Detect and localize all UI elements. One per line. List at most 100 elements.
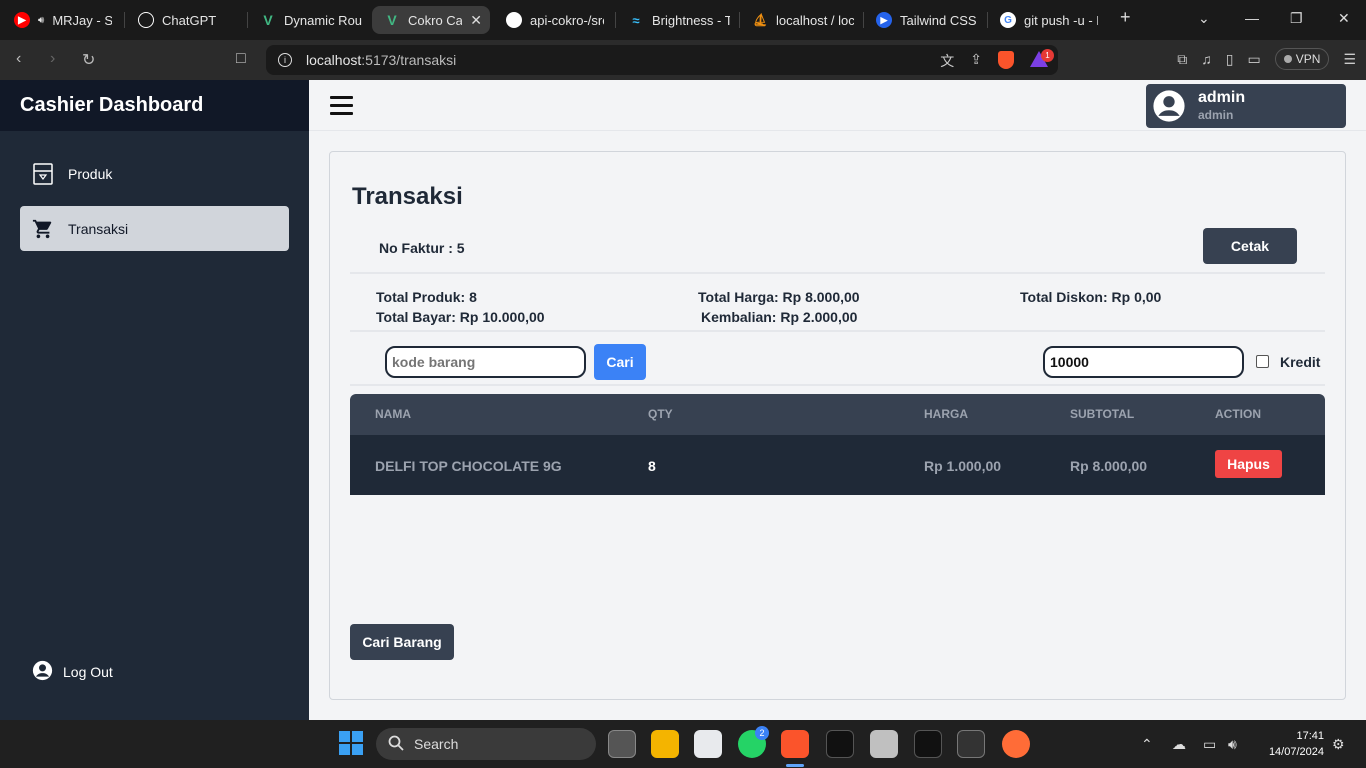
address-bar-icons: 文 ⇪ 1 — [940, 49, 1054, 71]
forward-icon[interactable]: › — [50, 50, 55, 68]
sidebar: Cashier Dashboard Produk Transaksi Log O… — [0, 80, 309, 720]
bookmark-icon[interactable]: □ — [236, 50, 246, 68]
browser-tab-4-active[interactable]: V Cokro Cas ✕ — [372, 6, 490, 34]
cart-table: NAMA QTY HARGA SUBTOTAL ACTION DELFI TOP… — [350, 394, 1325, 495]
media-icon[interactable]: ♫ — [1201, 51, 1212, 67]
user-name: admin — [1198, 89, 1246, 106]
vpn-button[interactable]: VPN — [1274, 48, 1330, 70]
whatsapp-badge: 2 — [755, 726, 769, 740]
active-app-indicator — [786, 764, 804, 767]
brave-rewards-icon[interactable]: 1 — [1030, 49, 1054, 67]
tab-title: MRJay - Sp — [52, 12, 112, 28]
column-header-action: ACTION — [1215, 407, 1261, 421]
close-tab-icon[interactable]: ✕ — [470, 12, 482, 29]
whatsapp-icon[interactable]: 2 — [738, 726, 769, 758]
hamburger-menu-icon[interactable] — [330, 96, 353, 115]
kredit-checkbox[interactable] — [1256, 355, 1269, 368]
taskbar-search[interactable]: Search — [376, 728, 596, 760]
url-text: localhost:5173/transaksi — [306, 52, 457, 68]
clock-date: 14/07/2024 — [1268, 746, 1324, 758]
cart-icon — [32, 218, 54, 240]
logout-button[interactable]: Log Out — [32, 660, 113, 684]
brave-browser-icon[interactable] — [781, 730, 809, 758]
table-row: DELFI TOP CHOCOLATE 9G 8 Rp 1.000,00 Rp … — [350, 434, 1325, 495]
chrome-app-icon[interactable] — [870, 730, 898, 758]
sidebar-item-transaksi[interactable]: Transaksi — [20, 206, 289, 251]
item-code-input[interactable] — [385, 346, 586, 378]
file-explorer-icon[interactable] — [651, 730, 679, 758]
browser-tab-7[interactable]: ⛵︎ localhost / loca — [740, 6, 862, 34]
minimize-icon[interactable]: — — [1245, 10, 1259, 26]
divider — [350, 330, 1325, 332]
wallet-icon[interactable]: ▭ — [1248, 51, 1261, 68]
column-header-subtotal: SUBTOTAL — [1070, 407, 1135, 421]
brave-shields-icon[interactable] — [998, 51, 1014, 69]
kembalian: Kembalian: Rp 2.000,00 — [701, 309, 858, 325]
onedrive-icon[interactable]: ☁︎ — [1172, 736, 1186, 753]
sidebar-item-label: Produk — [68, 165, 113, 182]
tab-title: api-cokro-/src/ — [530, 12, 604, 28]
browser-tab-5[interactable]: api-cokro-/src/ — [494, 6, 612, 34]
browser-tab-9[interactable]: G git push -u - P — [988, 6, 1106, 34]
search-button[interactable]: Cari — [594, 344, 646, 380]
back-icon[interactable]: ‹ — [16, 50, 21, 68]
notification-icon[interactable]: ⚙︎ — [1332, 736, 1345, 753]
column-header-harga: HARGA — [924, 407, 968, 421]
tray-chevron-icon[interactable]: ⌃ — [1141, 736, 1153, 753]
share-icon[interactable]: ⇪ — [970, 51, 982, 71]
site-info-icon[interactable]: i — [278, 53, 292, 67]
user-menu[interactable]: admin admin — [1146, 84, 1346, 128]
volume-icon[interactable]: 🔊︎ — [1228, 736, 1237, 753]
translate-icon[interactable]: 文 — [940, 51, 954, 71]
phpmyadmin-icon: ⛵︎ — [752, 13, 768, 27]
table-header: NAMA QTY HARGA SUBTOTAL ACTION — [350, 394, 1325, 434]
box-icon — [32, 162, 54, 185]
network-icon[interactable]: ▭ — [1203, 736, 1216, 753]
extensions-icon[interactable]: ⧉ — [1177, 51, 1187, 68]
clock[interactable]: 17:41 14/07/2024 — [1262, 728, 1324, 760]
sidebar-item-label: Transaksi — [68, 220, 129, 237]
speaker-icon: 🔊︎ — [38, 14, 45, 26]
browser-tab-6[interactable]: ≈ Brightness - Ta — [616, 6, 738, 34]
tab-title: git push -u - P — [1024, 12, 1098, 28]
tab-title: localhost / loca — [776, 12, 854, 28]
windows-start-icon[interactable] — [338, 730, 366, 758]
user-circle-icon — [32, 660, 53, 684]
reload-icon[interactable]: ↻ — [82, 50, 95, 70]
rewards-badge: 1 — [1041, 49, 1054, 62]
browser-tab-3[interactable]: V Dynamic Route — [248, 6, 370, 34]
total-bayar: Total Bayar: Rp 10.000,00 — [376, 309, 545, 325]
terminal-icon[interactable] — [957, 730, 985, 758]
postman-icon[interactable] — [1002, 730, 1030, 758]
print-button[interactable]: Cetak — [1203, 228, 1297, 264]
tab-search-chevron-icon[interactable]: ⌄ — [1198, 10, 1210, 27]
clock-time: 17:41 — [1296, 730, 1324, 742]
main-content: admin admin Transaksi No Faktur : 5 Ceta… — [309, 80, 1366, 720]
sidebar-item-produk[interactable]: Produk — [20, 151, 289, 196]
task-view-icon[interactable] — [608, 730, 636, 758]
tab-title: Tailwind CSS Lo — [900, 12, 978, 28]
find-item-button[interactable]: Cari Barang — [350, 624, 454, 660]
microsoft-store-icon[interactable] — [694, 730, 722, 758]
youtube-icon: ▶ — [14, 12, 30, 28]
total-produk: Total Produk: 8 — [376, 289, 477, 305]
payment-input[interactable] — [1043, 346, 1244, 378]
cell-subtotal: Rp 8.000,00 — [1070, 458, 1148, 474]
app-icon[interactable] — [826, 730, 854, 758]
address-bar[interactable]: i localhost:5173/transaksi 文 ⇪ 1 — [266, 45, 1058, 75]
browser-tab-2[interactable]: ChatGPT — [126, 6, 246, 34]
restore-icon[interactable]: ❐ — [1290, 10, 1303, 27]
app-icon[interactable] — [914, 730, 942, 758]
close-window-icon[interactable]: ✕ — [1338, 10, 1350, 27]
cell-qty: 8 — [648, 458, 656, 474]
menu-icon[interactable]: ☰ — [1343, 51, 1356, 68]
browser-tab-8[interactable]: ▶ Tailwind CSS Lo — [864, 6, 986, 34]
browser-tab-1[interactable]: ▶ 🔊︎ MRJay - Sp — [2, 6, 120, 34]
new-tab-icon[interactable]: + — [1120, 7, 1131, 28]
kredit-label: Kredit — [1280, 354, 1321, 370]
delete-row-button[interactable]: Hapus — [1215, 450, 1282, 478]
tab-title: ChatGPT — [162, 12, 217, 28]
taskbar: Search 2 ⌃ ☁︎ ▭ 🔊︎ 17:41 14/07/2024 ⚙︎ — [0, 720, 1366, 768]
page-title: Transaksi — [352, 183, 463, 210]
sidebar-toggle-icon[interactable]: ▯ — [1226, 51, 1234, 68]
